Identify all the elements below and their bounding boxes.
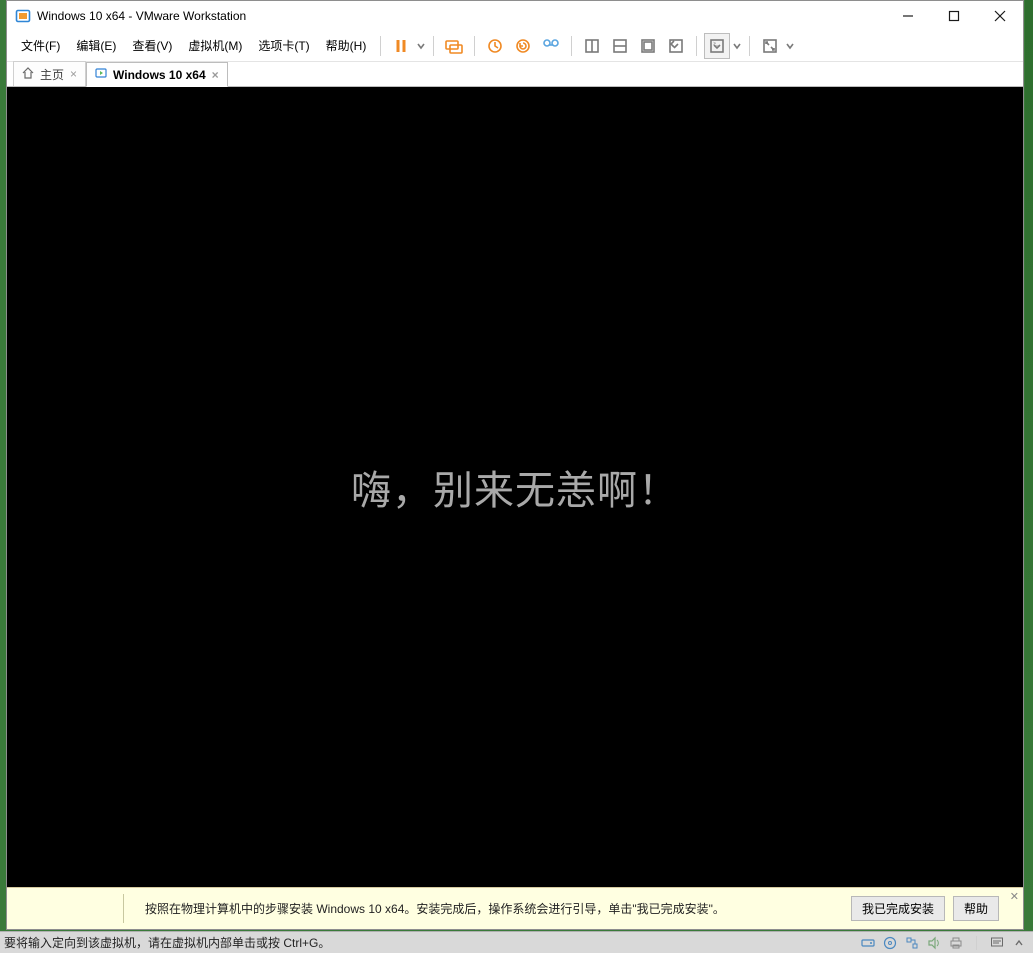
infobar-divider [123,894,124,923]
multi-window-button[interactable] [607,33,633,59]
vm-poweron-icon [95,67,107,82]
close-button[interactable] [977,1,1023,31]
network-icon[interactable] [904,935,920,951]
snapshot-revert-button[interactable] [510,33,536,59]
separator [571,36,572,56]
unity-button[interactable] [635,33,661,59]
maximize-button[interactable] [931,1,977,31]
app-icon [15,8,31,24]
stretch-guest-dropdown[interactable] [731,33,743,59]
statusbar-message: 要将输入定向到该虚拟机，请在虚拟机内部单击或按 Ctrl+G。 [0,934,860,951]
titlebar: Windows 10 x64 - VMware Workstation [7,1,1023,31]
separator [749,36,750,56]
status-menu-icon[interactable] [1011,935,1027,951]
suspend-button[interactable] [388,33,414,59]
svg-text:>_: >_ [713,41,719,47]
tab-home[interactable]: 主页 × [13,61,86,86]
message-log-icon[interactable] [989,935,1005,951]
tab-vm[interactable]: Windows 10 x64 × [86,62,228,87]
menu-help[interactable]: 帮助(H) [318,33,375,58]
separator [380,36,381,56]
tab-home-close[interactable]: × [70,67,77,81]
infobar-close[interactable]: ✕ [1010,890,1019,903]
stretch-guest-button[interactable]: >_ [704,33,730,59]
printer-icon[interactable] [948,935,964,951]
menu-tabs[interactable]: 选项卡(T) [250,33,317,58]
tab-vm-close[interactable]: × [212,68,219,82]
tabbar: 主页 × Windows 10 x64 × [7,61,1023,87]
snapshot-manager-button[interactable] [538,33,564,59]
separator [696,36,697,56]
window-title: Windows 10 x64 - VMware Workstation [37,9,246,23]
tab-vm-label: Windows 10 x64 [113,68,206,82]
app-window: Windows 10 x64 - VMware Workstation 文件(F… [6,0,1024,930]
guest-greeting-text: 嗨，别来无恙啊！ [351,458,679,516]
separator [976,936,977,950]
send-ctrl-alt-del-button[interactable] [441,33,467,59]
menu-view[interactable]: 查看(V) [124,33,180,58]
console-view-button[interactable] [663,33,689,59]
tab-home-label: 主页 [40,66,64,83]
home-icon [22,67,34,82]
single-window-button[interactable] [579,33,605,59]
install-infobar: 按照在物理计算机中的步骤安装 Windows 10 x64。安装完成后，操作系统… [7,887,1023,929]
fullscreen-dropdown[interactable] [784,33,796,59]
statusbar: 要将输入定向到该虚拟机，请在虚拟机内部单击或按 Ctrl+G。 [0,931,1033,953]
separator [433,36,434,56]
vm-console[interactable]: 嗨，别来无恙啊！ [7,87,1023,887]
status-tray [860,935,1033,951]
fullscreen-button[interactable] [757,33,783,59]
snapshot-take-button[interactable] [482,33,508,59]
separator [474,36,475,56]
sound-icon[interactable] [926,935,942,951]
infobar-message: 按照在物理计算机中的步骤安装 Windows 10 x64。安装完成后，操作系统… [145,900,725,917]
suspend-dropdown[interactable] [415,33,427,59]
menu-edit[interactable]: 编辑(E) [68,33,124,58]
menu-vm[interactable]: 虚拟机(M) [180,33,250,58]
minimize-button[interactable] [885,1,931,31]
cd-icon[interactable] [882,935,898,951]
help-button[interactable]: 帮助 [953,896,999,921]
menubar: 文件(F) 编辑(E) 查看(V) 虚拟机(M) 选项卡(T) 帮助(H) [7,31,1023,61]
menu-file[interactable]: 文件(F) [13,33,68,58]
finish-install-button[interactable]: 我已完成安装 [851,896,945,921]
hdd-icon[interactable] [860,935,876,951]
